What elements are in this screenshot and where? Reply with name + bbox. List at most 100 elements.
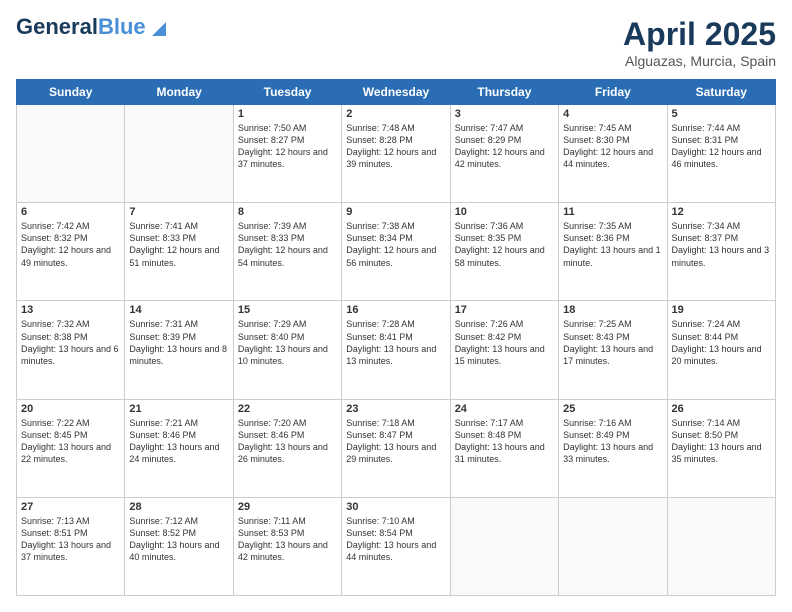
day-info: Sunrise: 7:17 AM Sunset: 8:48 PM Dayligh… xyxy=(455,417,554,466)
day-number: 27 xyxy=(21,501,120,513)
day-number: 9 xyxy=(346,206,445,218)
calendar-cell: 30 Sunrise: 7:10 AM Sunset: 8:54 PM Dayli… xyxy=(342,497,450,595)
calendar-cell: 13Sunrise: 7:32 AM Sunset: 8:38 PM Dayli… xyxy=(17,301,125,399)
calendar-cell: 1Sunrise: 7:50 AM Sunset: 8:27 PM Daylig… xyxy=(233,105,341,203)
col-tuesday: Tuesday xyxy=(233,80,341,105)
calendar-cell: 27 Sunrise: 7:13 AM Sunset: 8:51 PM Dayli… xyxy=(17,497,125,595)
day-info: Sunrise: 7:21 AM Sunset: 8:46 PM Dayligh… xyxy=(129,417,228,466)
day-info: Sunrise: 7:31 AM Sunset: 8:39 PM Dayligh… xyxy=(129,318,228,367)
day-number: 8 xyxy=(238,206,337,218)
calendar-cell: 15 Sunrise: 7:29 AM Sunset: 8:40 PM Dayli… xyxy=(233,301,341,399)
calendar-week-3: 20 Sunrise: 7:22 AM Sunset: 8:45 PM Dayli… xyxy=(17,399,776,497)
day-info: Sunrise: 7:34 AM Sunset: 8:37 PM Dayligh… xyxy=(672,220,771,269)
day-number: 23 xyxy=(346,403,445,415)
day-number: 7 xyxy=(129,206,228,218)
day-info: Sunrise: 7:29 AM Sunset: 8:40 PM Dayligh… xyxy=(238,318,337,367)
day-info: Sunrise: 7:28 AM Sunset: 8:41 PM Dayligh… xyxy=(346,318,445,367)
calendar-cell: 24 Sunrise: 7:17 AM Sunset: 8:48 PM Dayli… xyxy=(450,399,558,497)
calendar-cell: 9 Sunrise: 7:38 AM Sunset: 8:34 PM Daylig… xyxy=(342,203,450,301)
day-info: Sunrise: 7:18 AM Sunset: 8:47 PM Dayligh… xyxy=(346,417,445,466)
day-number: 21 xyxy=(129,403,228,415)
day-info: Sunrise: 7:16 AM Sunset: 8:49 PM Dayligh… xyxy=(563,417,662,466)
day-info: Sunrise: 7:32 AM Sunset: 8:38 PM Dayligh… xyxy=(21,318,120,367)
calendar-cell xyxy=(125,105,233,203)
day-info: Sunrise: 7:39 AM Sunset: 8:33 PM Dayligh… xyxy=(238,220,337,269)
day-info: Sunrise: 7:11 AM Sunset: 8:53 PM Dayligh… xyxy=(238,515,337,564)
day-number: 29 xyxy=(238,501,337,513)
day-number: 4 xyxy=(563,108,662,120)
day-info: Sunrise: 7:50 AM Sunset: 8:27 PM Dayligh… xyxy=(238,122,337,171)
day-info: Sunrise: 7:38 AM Sunset: 8:34 PM Dayligh… xyxy=(346,220,445,269)
day-info: Sunrise: 7:20 AM Sunset: 8:46 PM Dayligh… xyxy=(238,417,337,466)
day-info: Sunrise: 7:13 AM Sunset: 8:51 PM Dayligh… xyxy=(21,515,120,564)
day-info: Sunrise: 7:47 AM Sunset: 8:29 PM Dayligh… xyxy=(455,122,554,171)
day-number: 16 xyxy=(346,304,445,316)
day-number: 30 xyxy=(346,501,445,513)
title-block: April 2025 Alguazas, Murcia, Spain xyxy=(623,16,776,69)
calendar-cell: 16 Sunrise: 7:28 AM Sunset: 8:41 PM Dayli… xyxy=(342,301,450,399)
calendar-cell xyxy=(17,105,125,203)
calendar-cell: 21 Sunrise: 7:21 AM Sunset: 8:46 PM Dayli… xyxy=(125,399,233,497)
calendar-cell: 12Sunrise: 7:34 AM Sunset: 8:37 PM Dayli… xyxy=(667,203,775,301)
calendar-cell xyxy=(559,497,667,595)
calendar-cell: 11 Sunrise: 7:35 AM Sunset: 8:36 PM Dayli… xyxy=(559,203,667,301)
calendar-cell: 5Sunrise: 7:44 AM Sunset: 8:31 PM Daylig… xyxy=(667,105,775,203)
day-info: Sunrise: 7:45 AM Sunset: 8:30 PM Dayligh… xyxy=(563,122,662,171)
day-info: Sunrise: 7:41 AM Sunset: 8:33 PM Dayligh… xyxy=(129,220,228,269)
day-number: 5 xyxy=(672,108,771,120)
calendar-cell: 17 Sunrise: 7:26 AM Sunset: 8:42 PM Dayli… xyxy=(450,301,558,399)
day-number: 14 xyxy=(129,304,228,316)
day-number: 28 xyxy=(129,501,228,513)
calendar-cell: 7 Sunrise: 7:41 AM Sunset: 8:33 PM Daylig… xyxy=(125,203,233,301)
calendar-cell: 29 Sunrise: 7:11 AM Sunset: 8:53 PM Dayli… xyxy=(233,497,341,595)
day-number: 19 xyxy=(672,304,771,316)
day-info: Sunrise: 7:22 AM Sunset: 8:45 PM Dayligh… xyxy=(21,417,120,466)
day-info: Sunrise: 7:26 AM Sunset: 8:42 PM Dayligh… xyxy=(455,318,554,367)
col-thursday: Thursday xyxy=(450,80,558,105)
calendar-cell: 18Sunrise: 7:25 AM Sunset: 8:43 PM Dayli… xyxy=(559,301,667,399)
logo-icon xyxy=(148,18,166,36)
day-number: 22 xyxy=(238,403,337,415)
calendar-cell xyxy=(667,497,775,595)
col-wednesday: Wednesday xyxy=(342,80,450,105)
calendar-cell: 10Sunrise: 7:36 AM Sunset: 8:35 PM Dayli… xyxy=(450,203,558,301)
col-friday: Friday xyxy=(559,80,667,105)
day-info: Sunrise: 7:24 AM Sunset: 8:44 PM Dayligh… xyxy=(672,318,771,367)
logo-blue: Blue xyxy=(98,16,146,38)
calendar-week-2: 13Sunrise: 7:32 AM Sunset: 8:38 PM Dayli… xyxy=(17,301,776,399)
calendar-cell: 25Sunrise: 7:16 AM Sunset: 8:49 PM Dayli… xyxy=(559,399,667,497)
col-monday: Monday xyxy=(125,80,233,105)
calendar-week-0: 1Sunrise: 7:50 AM Sunset: 8:27 PM Daylig… xyxy=(17,105,776,203)
day-number: 10 xyxy=(455,206,554,218)
day-info: Sunrise: 7:12 AM Sunset: 8:52 PM Dayligh… xyxy=(129,515,228,564)
day-number: 20 xyxy=(21,403,120,415)
day-number: 11 xyxy=(563,206,662,218)
day-info: Sunrise: 7:48 AM Sunset: 8:28 PM Dayligh… xyxy=(346,122,445,171)
day-info: Sunrise: 7:10 AM Sunset: 8:54 PM Dayligh… xyxy=(346,515,445,564)
calendar-cell: 20 Sunrise: 7:22 AM Sunset: 8:45 PM Dayli… xyxy=(17,399,125,497)
calendar-cell xyxy=(450,497,558,595)
header-row: Sunday Monday Tuesday Wednesday Thursday… xyxy=(17,80,776,105)
calendar-cell: 8 Sunrise: 7:39 AM Sunset: 8:33 PM Daylig… xyxy=(233,203,341,301)
day-number: 17 xyxy=(455,304,554,316)
day-number: 24 xyxy=(455,403,554,415)
calendar-cell: 14 Sunrise: 7:31 AM Sunset: 8:39 PM Dayli… xyxy=(125,301,233,399)
calendar-cell: 28 Sunrise: 7:12 AM Sunset: 8:52 PM Dayli… xyxy=(125,497,233,595)
day-info: Sunrise: 7:35 AM Sunset: 8:36 PM Dayligh… xyxy=(563,220,662,269)
calendar-cell: 4 Sunrise: 7:45 AM Sunset: 8:30 PM Daylig… xyxy=(559,105,667,203)
day-number: 6 xyxy=(21,206,120,218)
day-number: 3 xyxy=(455,108,554,120)
day-number: 15 xyxy=(238,304,337,316)
calendar-subtitle: Alguazas, Murcia, Spain xyxy=(623,53,776,69)
calendar-cell: 22 Sunrise: 7:20 AM Sunset: 8:46 PM Dayli… xyxy=(233,399,341,497)
header: General Blue April 2025 Alguazas, Murcia… xyxy=(16,16,776,69)
day-info: Sunrise: 7:42 AM Sunset: 8:32 PM Dayligh… xyxy=(21,220,120,269)
day-number: 26 xyxy=(672,403,771,415)
calendar-title: April 2025 xyxy=(623,16,776,53)
calendar-cell: 26 Sunrise: 7:14 AM Sunset: 8:50 PM Dayli… xyxy=(667,399,775,497)
calendar-cell: 6 Sunrise: 7:42 AM Sunset: 8:32 PM Daylig… xyxy=(17,203,125,301)
calendar-body: 1Sunrise: 7:50 AM Sunset: 8:27 PM Daylig… xyxy=(17,105,776,596)
day-number: 18 xyxy=(563,304,662,316)
logo: General Blue xyxy=(16,16,166,38)
day-info: Sunrise: 7:14 AM Sunset: 8:50 PM Dayligh… xyxy=(672,417,771,466)
